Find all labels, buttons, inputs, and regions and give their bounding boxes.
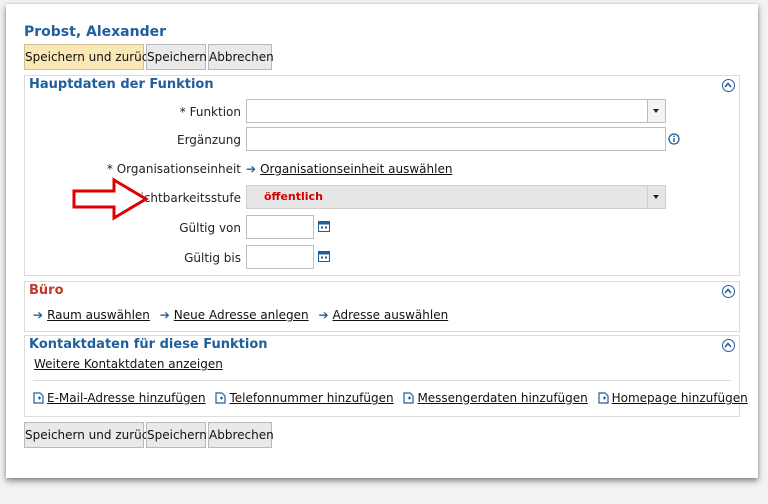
- calendar-icon[interactable]: [318, 250, 330, 262]
- collapse-up-icon[interactable]: [722, 339, 735, 352]
- buero-section: Büro ➔ Raum auswählen ➔ Neue Adresse anleg…: [24, 281, 740, 332]
- cancel-button[interactable]: Abbrechen: [208, 44, 274, 70]
- room-select-link[interactable]: ➔ Raum auswählen: [33, 308, 150, 322]
- divider: [33, 380, 731, 381]
- document-add-icon: [215, 392, 227, 404]
- add-phone-link[interactable]: Telefonnummer hinzufügen: [215, 391, 394, 405]
- orgeinheit-label: * Organisationseinheit: [106, 162, 241, 176]
- address-select-link[interactable]: ➔ Adresse auswählen: [318, 308, 448, 322]
- buero-links: ➔ Raum auswählen ➔ Neue Adresse anlegen ➔ A…: [33, 308, 454, 322]
- person-name: Probst, Alexander: [24, 24, 167, 40]
- contact-section: Kontaktdaten für diese Funktion Weitere …: [24, 335, 748, 417]
- buero-title: Büro: [29, 283, 64, 298]
- document-add-icon: [403, 392, 415, 404]
- cancel-button-bottom[interactable]: Abbrechen: [208, 422, 274, 448]
- funktion-select[interactable]: [246, 99, 666, 123]
- add-messenger-link[interactable]: Messengerdaten hinzufügen: [403, 391, 588, 405]
- add-homepage-link[interactable]: Homepage hinzufügen: [597, 391, 748, 405]
- orgeinheit-select-link[interactable]: ➔ Organisationseinheit auswählen: [246, 162, 452, 176]
- gueltig-von-label: Gültig von: [179, 221, 241, 235]
- more-contact-data-link[interactable]: Weitere Kontaktdaten anzeigen: [34, 357, 223, 371]
- save-and-back-button[interactable]: Speichern und zurück: [24, 44, 155, 70]
- arrow-right-icon: ➔: [33, 308, 44, 322]
- document-add-icon: [597, 392, 609, 404]
- save-button[interactable]: Speichern: [146, 44, 207, 70]
- arrow-right-icon: ➔: [159, 308, 170, 322]
- gueltig-bis-input[interactable]: [246, 245, 314, 269]
- new-address-link[interactable]: ➔ Neue Adresse anlegen: [160, 308, 309, 322]
- orgeinheit-link-label[interactable]: Organisationseinheit auswählen: [260, 162, 452, 176]
- gueltig-bis-label: Gültig bis: [184, 251, 241, 265]
- collapse-up-icon[interactable]: [722, 79, 735, 92]
- save-and-back-button-bottom[interactable]: Speichern und zurück: [24, 422, 155, 448]
- sichtbarkeit-select[interactable]: öffentlich: [246, 185, 666, 209]
- add-email-link[interactable]: E-Mail-Adresse hinzufügen: [33, 391, 206, 405]
- info-icon[interactable]: [668, 133, 680, 145]
- save-button-bottom[interactable]: Speichern: [146, 422, 207, 448]
- gueltig-von-input[interactable]: [246, 215, 314, 239]
- contact-title: Kontaktdaten für diese Funktion: [29, 337, 268, 352]
- chevron-down-icon[interactable]: [647, 186, 665, 208]
- arrow-right-icon: ➔: [318, 308, 329, 322]
- collapse-up-icon[interactable]: [722, 285, 735, 298]
- main-data-title: Hauptdaten der Funktion: [29, 77, 214, 92]
- form-card: Probst, Alexander Speichern und zurück S…: [6, 4, 758, 478]
- ergaenzung-input[interactable]: [246, 127, 666, 151]
- chevron-down-icon[interactable]: [647, 100, 665, 122]
- funktion-label: * Funktion: [179, 105, 241, 119]
- annotation-arrow-icon: [72, 177, 149, 221]
- contact-add-links: E-Mail-Adresse hinzufügen Telefonnummer …: [33, 391, 754, 405]
- document-add-icon: [33, 392, 44, 404]
- sichtbarkeit-value: öffentlich: [264, 190, 323, 203]
- calendar-icon[interactable]: [318, 220, 330, 232]
- ergaenzung-label: Ergänzung: [176, 133, 241, 147]
- arrow-right-icon: ➔: [246, 162, 257, 176]
